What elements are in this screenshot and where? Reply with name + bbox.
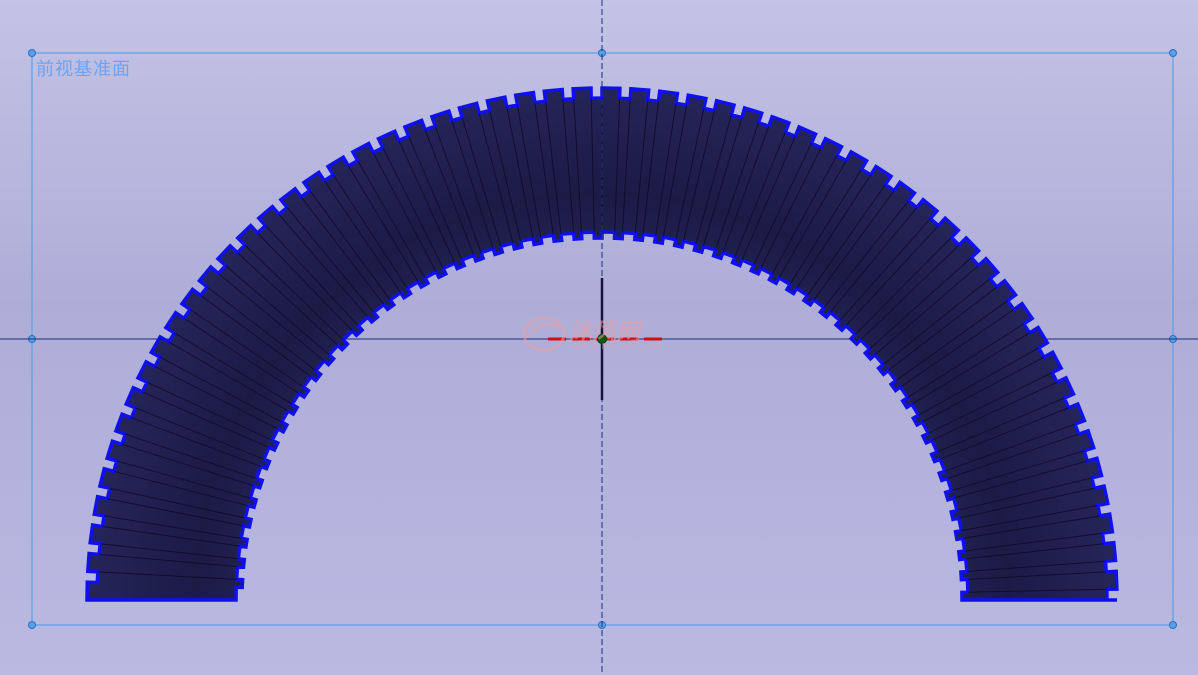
plane-handle[interactable] — [28, 49, 36, 57]
plane-handle[interactable] — [1169, 49, 1177, 57]
model-view[interactable] — [0, 0, 1198, 675]
graphics-viewport[interactable]: 前视基准面 沐风网 WWW.MFCAD.COM — [0, 0, 1198, 675]
origin-marker[interactable] — [548, 278, 668, 400]
plane-handle[interactable] — [28, 621, 36, 629]
origin-point[interactable] — [597, 334, 607, 344]
plane-handle[interactable] — [1169, 621, 1177, 629]
front-plane-label[interactable]: 前视基准面 — [36, 55, 131, 81]
